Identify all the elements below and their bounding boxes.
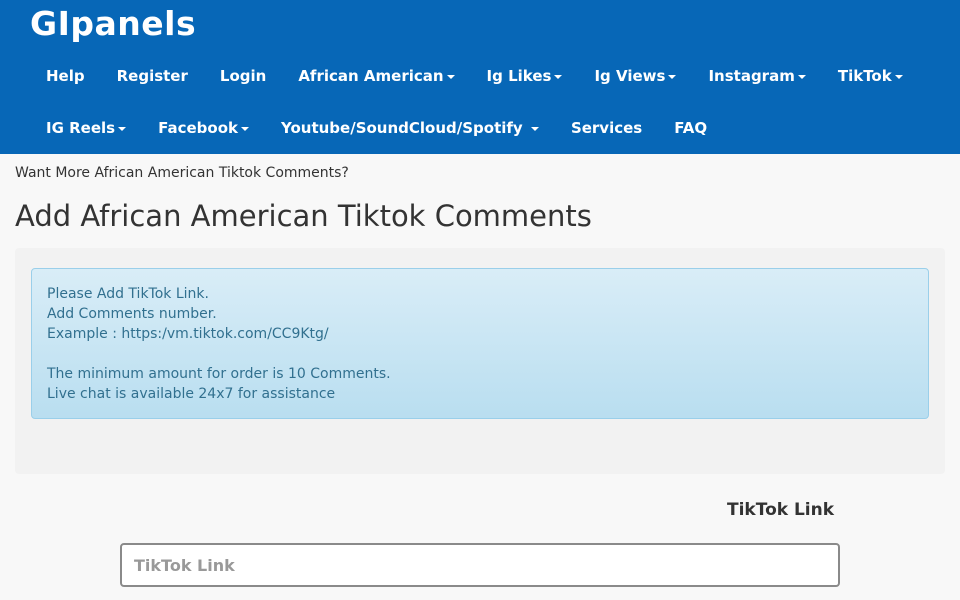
nav-label: FAQ xyxy=(674,119,708,137)
brand-logo[interactable]: GIpanels xyxy=(30,4,196,43)
nav-login[interactable]: Login xyxy=(204,67,282,85)
nav-label: Ig Views xyxy=(594,67,666,85)
nav-tiktok-dropdown[interactable]: TikTok xyxy=(822,67,919,85)
info-well: Please Add TikTok Link. Add Comments num… xyxy=(15,248,945,474)
info-line: The minimum amount for order is 10 Comme… xyxy=(47,366,391,382)
nav-row-1: Help Register Login African American Ig … xyxy=(30,50,919,102)
info-line: Live chat is available 24x7 for assistan… xyxy=(47,386,336,402)
nav-row-2: IG Reels Facebook Youtube/SoundCloud/Spo… xyxy=(30,102,723,154)
nav-youtube-soundcloud-spotify-dropdown[interactable]: Youtube/SoundCloud/Spotify xyxy=(265,119,555,137)
tiktok-link-input[interactable] xyxy=(120,543,840,587)
page-title: Add African American Tiktok Comments xyxy=(15,199,592,233)
info-line: Example : https:/vm.tiktok.com/CC9Ktg/ xyxy=(47,326,329,342)
tiktok-link-label: TikTok Link xyxy=(727,500,835,520)
nav-label: Instagram xyxy=(708,67,795,85)
info-line: Add Comments number. xyxy=(47,306,217,322)
info-line-spacer xyxy=(47,344,913,364)
nav-label: Services xyxy=(570,119,643,137)
nav-label: African American xyxy=(298,67,444,85)
caret-down-icon xyxy=(446,74,455,79)
subheading: Want More African American Tiktok Commen… xyxy=(15,165,349,181)
nav-facebook-dropdown[interactable]: Facebook xyxy=(142,119,265,137)
nav-ig-views-dropdown[interactable]: Ig Views xyxy=(578,67,692,85)
caret-down-icon xyxy=(240,126,249,131)
nav-label: Register xyxy=(116,67,188,85)
caret-down-icon xyxy=(668,74,677,79)
nav-african-american-dropdown[interactable]: African American xyxy=(282,67,470,85)
nav-label: Help xyxy=(46,67,85,85)
nav-help[interactable]: Help xyxy=(30,67,101,85)
nav-label: Ig Likes xyxy=(486,67,552,85)
nav-ig-likes-dropdown[interactable]: Ig Likes xyxy=(471,67,579,85)
info-line: Please Add TikTok Link. xyxy=(47,286,209,302)
nav-label: Login xyxy=(219,67,267,85)
nav-label: TikTok xyxy=(837,67,892,85)
nav-services[interactable]: Services xyxy=(555,119,658,137)
caret-down-icon xyxy=(530,126,539,131)
info-alert: Please Add TikTok Link. Add Comments num… xyxy=(31,268,929,419)
nav-register[interactable]: Register xyxy=(101,67,204,85)
caret-down-icon xyxy=(554,74,563,79)
nav-label: Facebook xyxy=(158,119,238,137)
caret-down-icon xyxy=(118,126,127,131)
caret-down-icon xyxy=(894,74,903,79)
nav-label: Youtube/SoundCloud/Spotify xyxy=(280,119,528,137)
nav-label: IG Reels xyxy=(46,119,116,137)
nav-ig-reels-dropdown[interactable]: IG Reels xyxy=(30,119,142,137)
site-header: GIpanels Help Register Login African Ame… xyxy=(0,0,960,154)
caret-down-icon xyxy=(797,74,806,79)
nav-instagram-dropdown[interactable]: Instagram xyxy=(692,67,821,85)
nav-faq[interactable]: FAQ xyxy=(658,119,723,137)
